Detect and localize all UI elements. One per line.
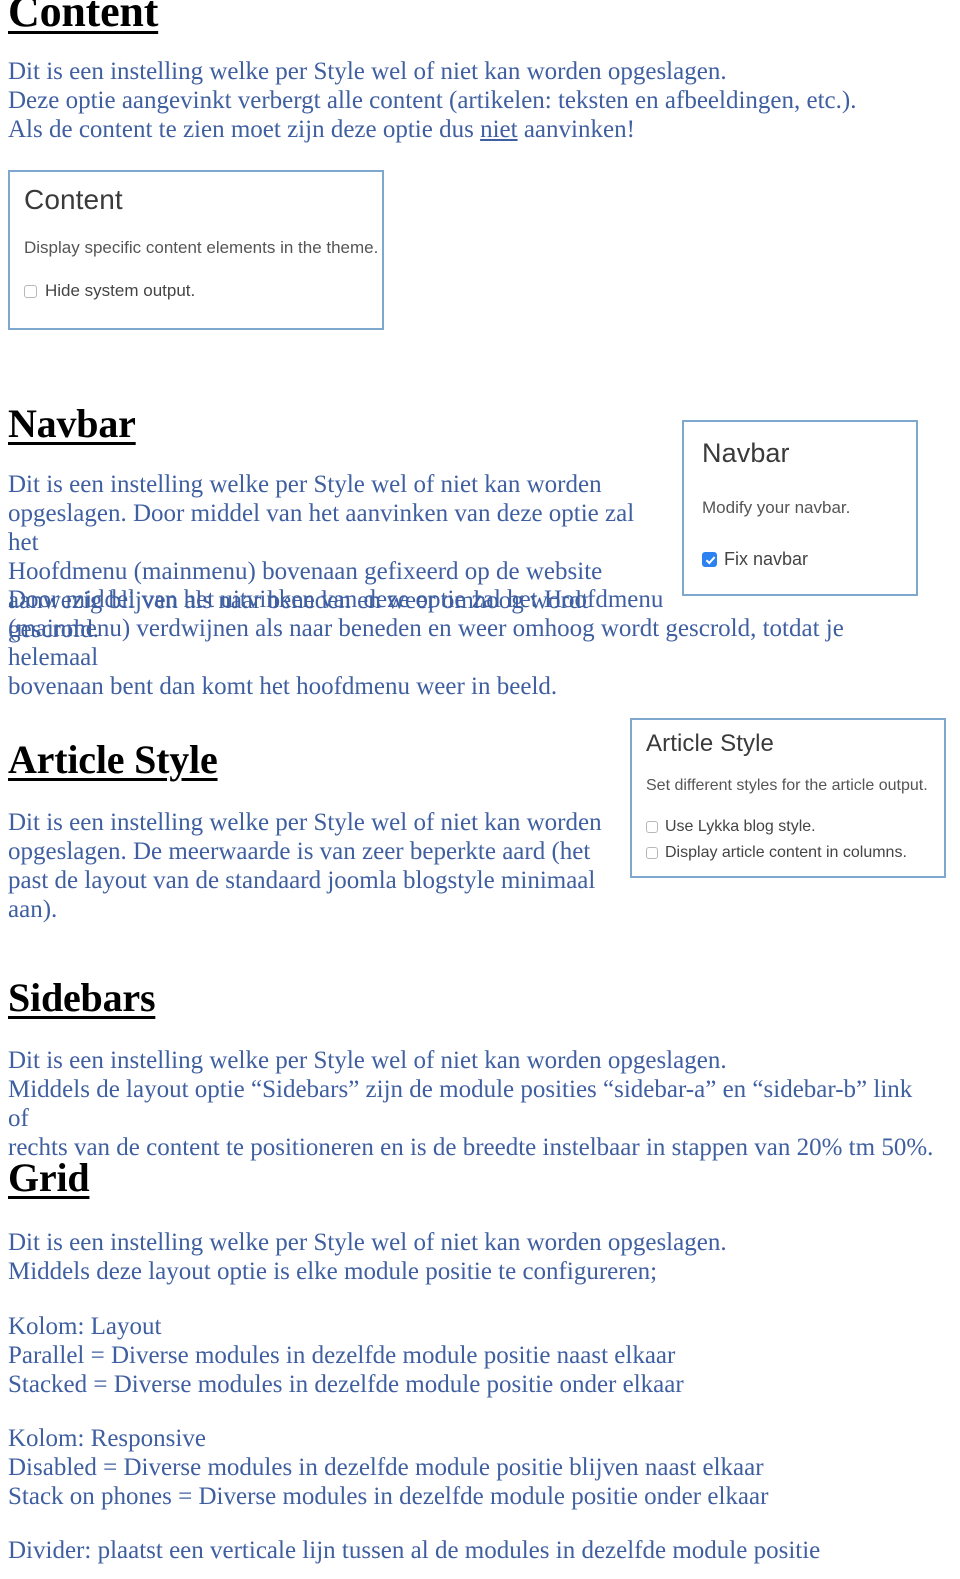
paragraph-kolom-layout: Kolom: Layout Parallel = Diverse modules… [8,1313,684,1398]
content-line-3-after: aanvinken! [517,116,635,143]
content-line-3-before: Als de content te zien moet zijn deze op… [8,116,481,143]
checkbox-hide-system-output-label: Hide system output. [45,281,196,300]
heading-content: Content [8,0,159,36]
heading-grid: Grid [8,1155,90,1200]
screenshot-content-checkbox-row[interactable]: Hide system output. [24,281,195,301]
content-line-1: Dit is een instelling welke per Style we… [8,58,727,85]
paragraph-content: Dit is een instelling welke per Style we… [8,57,938,144]
checkbox-fix-navbar-icon[interactable] [702,552,717,567]
checkbox-hide-system-output-icon[interactable] [24,284,37,298]
checkbox-use-lykka-blog-style-label: Use Lykka blog style. [665,818,816,835]
screenshot-article-checkbox-row-1[interactable]: Use Lykka blog style. [646,818,816,836]
screenshot-article-checkbox-row-2[interactable]: Display article content in columns. [646,844,907,862]
paragraph-navbar-b: Door middel van het uitvinken van deze o… [8,586,844,700]
screenshot-article-style-title: Article Style [646,730,775,757]
screenshot-content-description: Display specific content elements in the… [24,238,379,257]
checkbox-display-article-columns-icon[interactable] [646,847,658,859]
screenshot-content-panel: Content Display specific content element… [8,170,384,330]
checkbox-fix-navbar-label: Fix navbar [724,549,809,569]
screenshot-navbar-checkbox-row[interactable]: Fix navbar [702,549,808,570]
content-line-2: Deze optie aangevinkt verbergt alle cont… [8,87,857,114]
paragraph-grid: Dit is een instelling welke per Style we… [8,1229,727,1285]
heading-navbar: Navbar [8,401,136,446]
heading-sidebars: Sidebars [8,975,156,1020]
checkbox-display-article-columns-label: Display article content in columns. [665,844,907,861]
paragraph-sidebars: Dit is een instelling welke per Style we… [8,1047,934,1161]
screenshot-navbar-panel: Navbar Modify your navbar. Fix navbar [682,420,918,596]
document-page: Content Dit is een instelling welke per … [0,0,960,1579]
screenshot-navbar-description: Modify your navbar. [702,498,851,517]
paragraph-divider: Divider: plaatst een verticale lijn tuss… [8,1537,821,1564]
checkbox-use-lykka-blog-style-icon[interactable] [646,821,658,833]
screenshot-article-style-description: Set different styles for the article out… [646,777,928,794]
heading-article-style: Article Style [8,737,218,782]
screenshot-content-title: Content [24,184,123,215]
screenshot-article-style-panel: Article Style Set different styles for t… [630,718,946,878]
paragraph-kolom-responsive: Kolom: Responsive Disabled = Diverse mod… [8,1425,769,1510]
content-line-3-emphasis: niet [480,116,518,143]
paragraph-article-style: Dit is een instelling welke per Style we… [8,809,602,923]
screenshot-navbar-title: Navbar [702,438,790,468]
